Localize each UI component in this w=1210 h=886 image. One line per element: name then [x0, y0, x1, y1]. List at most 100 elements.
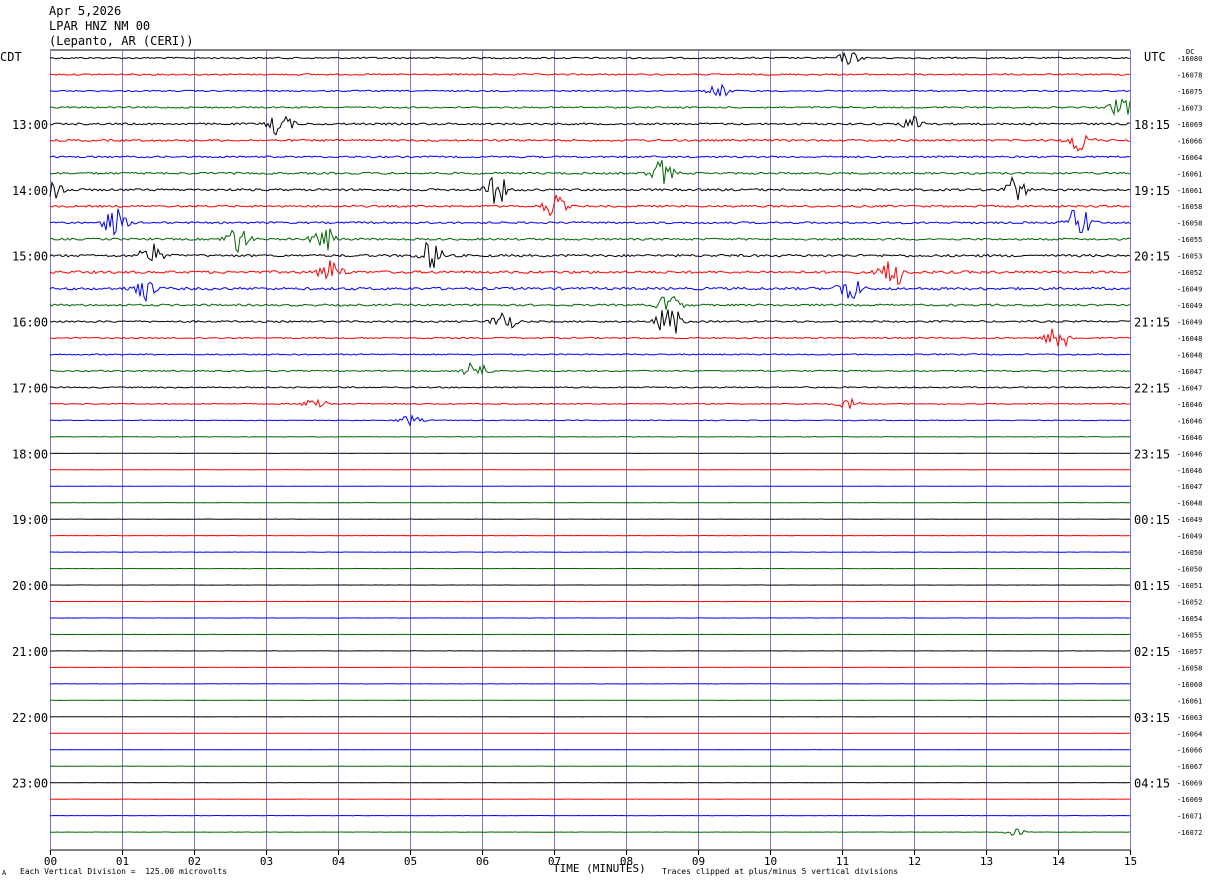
trace-line [49, 51, 1131, 66]
trace-line [49, 435, 1131, 438]
dc-offset-label: -16071 [1177, 813, 1202, 821]
cdt-hour-label: 21:00 [12, 645, 48, 659]
utc-hour-label: 23:15 [1134, 447, 1170, 461]
dc-offset-label: -16063 [1177, 714, 1202, 722]
x-tick-label: 12 [908, 855, 921, 868]
cdt-hour-label: 15:00 [12, 250, 48, 264]
cdt-hour-label: 14:00 [12, 184, 48, 198]
dc-offset-label: -16051 [1177, 582, 1202, 590]
cdt-hour-label: 13:00 [12, 118, 48, 132]
dc-offset-label: -16055 [1177, 236, 1202, 244]
dc-offset-label: -16069 [1177, 796, 1202, 804]
dc-offset-label: -16054 [1177, 615, 1202, 623]
utc-hour-label: 02:15 [1134, 645, 1170, 659]
x-tick-label: 06 [476, 855, 489, 868]
dc-offset-label: -16052 [1177, 599, 1202, 607]
dc-offset-label: -16066 [1177, 747, 1202, 755]
cdt-hour-label: 20:00 [12, 579, 48, 593]
x-tick-label: 15 [1124, 855, 1137, 868]
dc-offset-label: -16046 [1177, 450, 1202, 458]
trace-line [49, 353, 1131, 356]
dc-offset-label: -16048 [1177, 351, 1202, 359]
dc-offset-label: -16073 [1177, 104, 1202, 112]
clip-note: Traces clipped at plus/minus 5 vertical … [662, 867, 899, 876]
dc-offset-label: -16064 [1177, 154, 1202, 162]
x-tick-label: 13 [980, 855, 993, 868]
dc-offset-label: -16046 [1177, 417, 1202, 425]
trace-line [49, 361, 1131, 376]
trace-line [49, 295, 1131, 310]
x-axis-label: TIME (MINUTES) [553, 862, 646, 875]
dc-offset-label: -16072 [1177, 829, 1202, 837]
dc-offset-label: -16061 [1177, 170, 1202, 178]
dc-offset-label: -16069 [1177, 780, 1202, 788]
x-tick-label: 05 [404, 855, 417, 868]
cdt-hour-label: 22:00 [12, 711, 48, 725]
dc-offset-label: -16075 [1177, 88, 1202, 96]
dc-offset-label: -16058 [1177, 664, 1202, 672]
trace-line [49, 260, 1131, 286]
dc-offset-label: -16060 [1177, 681, 1202, 689]
dc-offset-label: -16049 [1177, 286, 1202, 294]
dc-offset-label: -16055 [1177, 631, 1202, 639]
utc-hour-label: 21:15 [1134, 316, 1170, 330]
trace-line [49, 397, 1131, 409]
dc-offset-label: -16061 [1177, 187, 1202, 195]
dc-offset-label: -16046 [1177, 467, 1202, 475]
dc-offset-label: -16069 [1177, 121, 1202, 129]
dc-offset-label: -16046 [1177, 434, 1202, 442]
dc-offset-label: -16048 [1177, 335, 1202, 343]
trace-line [49, 228, 1131, 254]
x-tick-label: 03 [260, 855, 273, 868]
trace-line [49, 328, 1131, 348]
vertical-division-note: Each Vertical Division = 125.00 microvol… [20, 867, 228, 876]
dc-offset-label: -16052 [1177, 269, 1202, 277]
cdt-hour-label: 18:00 [12, 447, 48, 461]
trace-line [49, 828, 1131, 837]
x-tick-label: 04 [332, 855, 346, 868]
trace-line [49, 115, 1131, 136]
dc-offset-label: -16053 [1177, 253, 1202, 261]
dc-offset-label: -16047 [1177, 368, 1202, 376]
trace-line [49, 83, 1131, 97]
utc-hour-label: 19:15 [1134, 184, 1170, 198]
x-tick-label: 14 [1052, 855, 1066, 868]
cdt-hour-label: 23:00 [12, 777, 48, 791]
utc-hour-label: 20:15 [1134, 250, 1170, 264]
dc-offset-label: -16049 [1177, 533, 1202, 541]
trace-line [49, 208, 1131, 236]
utc-hour-label: 18:15 [1134, 118, 1170, 132]
dc-offset-label: -16058 [1177, 220, 1202, 228]
dc-offset-label: -16067 [1177, 763, 1202, 771]
dc-offset-label: -16078 [1177, 71, 1202, 79]
cdt-hour-label: 17:00 [12, 381, 48, 395]
cdt-hour-label: 16:00 [12, 316, 48, 330]
dc-offset-label: -16049 [1177, 516, 1202, 524]
utc-hour-label: 00:15 [1134, 513, 1170, 527]
utc-hour-label: 03:15 [1134, 711, 1170, 725]
trace-line [49, 386, 1131, 389]
dc-offset-label: -16049 [1177, 302, 1202, 310]
dc-offset-label: -16047 [1177, 483, 1202, 491]
utc-hour-label: 04:15 [1134, 777, 1170, 791]
utc-hour-label: 22:15 [1134, 381, 1170, 395]
trace-line [49, 309, 1131, 334]
dc-offset-label: -16080 [1177, 55, 1202, 63]
dc-offset-label: -16048 [1177, 500, 1202, 508]
dc-offset-label: -16066 [1177, 137, 1202, 145]
trace-line [49, 98, 1131, 117]
trace-line [49, 281, 1131, 303]
trace-line [49, 134, 1131, 152]
trace-line [49, 194, 1131, 217]
trace-line [49, 73, 1131, 76]
dc-offset-label: -16061 [1177, 697, 1202, 705]
trace-line [49, 155, 1131, 159]
dc-offset-label: -16064 [1177, 730, 1202, 738]
dc-offset-label: -16050 [1177, 549, 1202, 557]
dc-offset-label: -16049 [1177, 319, 1202, 327]
dc-offset-label: -16058 [1177, 203, 1202, 211]
trace-line [49, 241, 1131, 269]
dc-offset-label: -16050 [1177, 566, 1202, 574]
dc-offset-label: -16047 [1177, 384, 1202, 392]
dc-offset-label: -16057 [1177, 648, 1202, 656]
